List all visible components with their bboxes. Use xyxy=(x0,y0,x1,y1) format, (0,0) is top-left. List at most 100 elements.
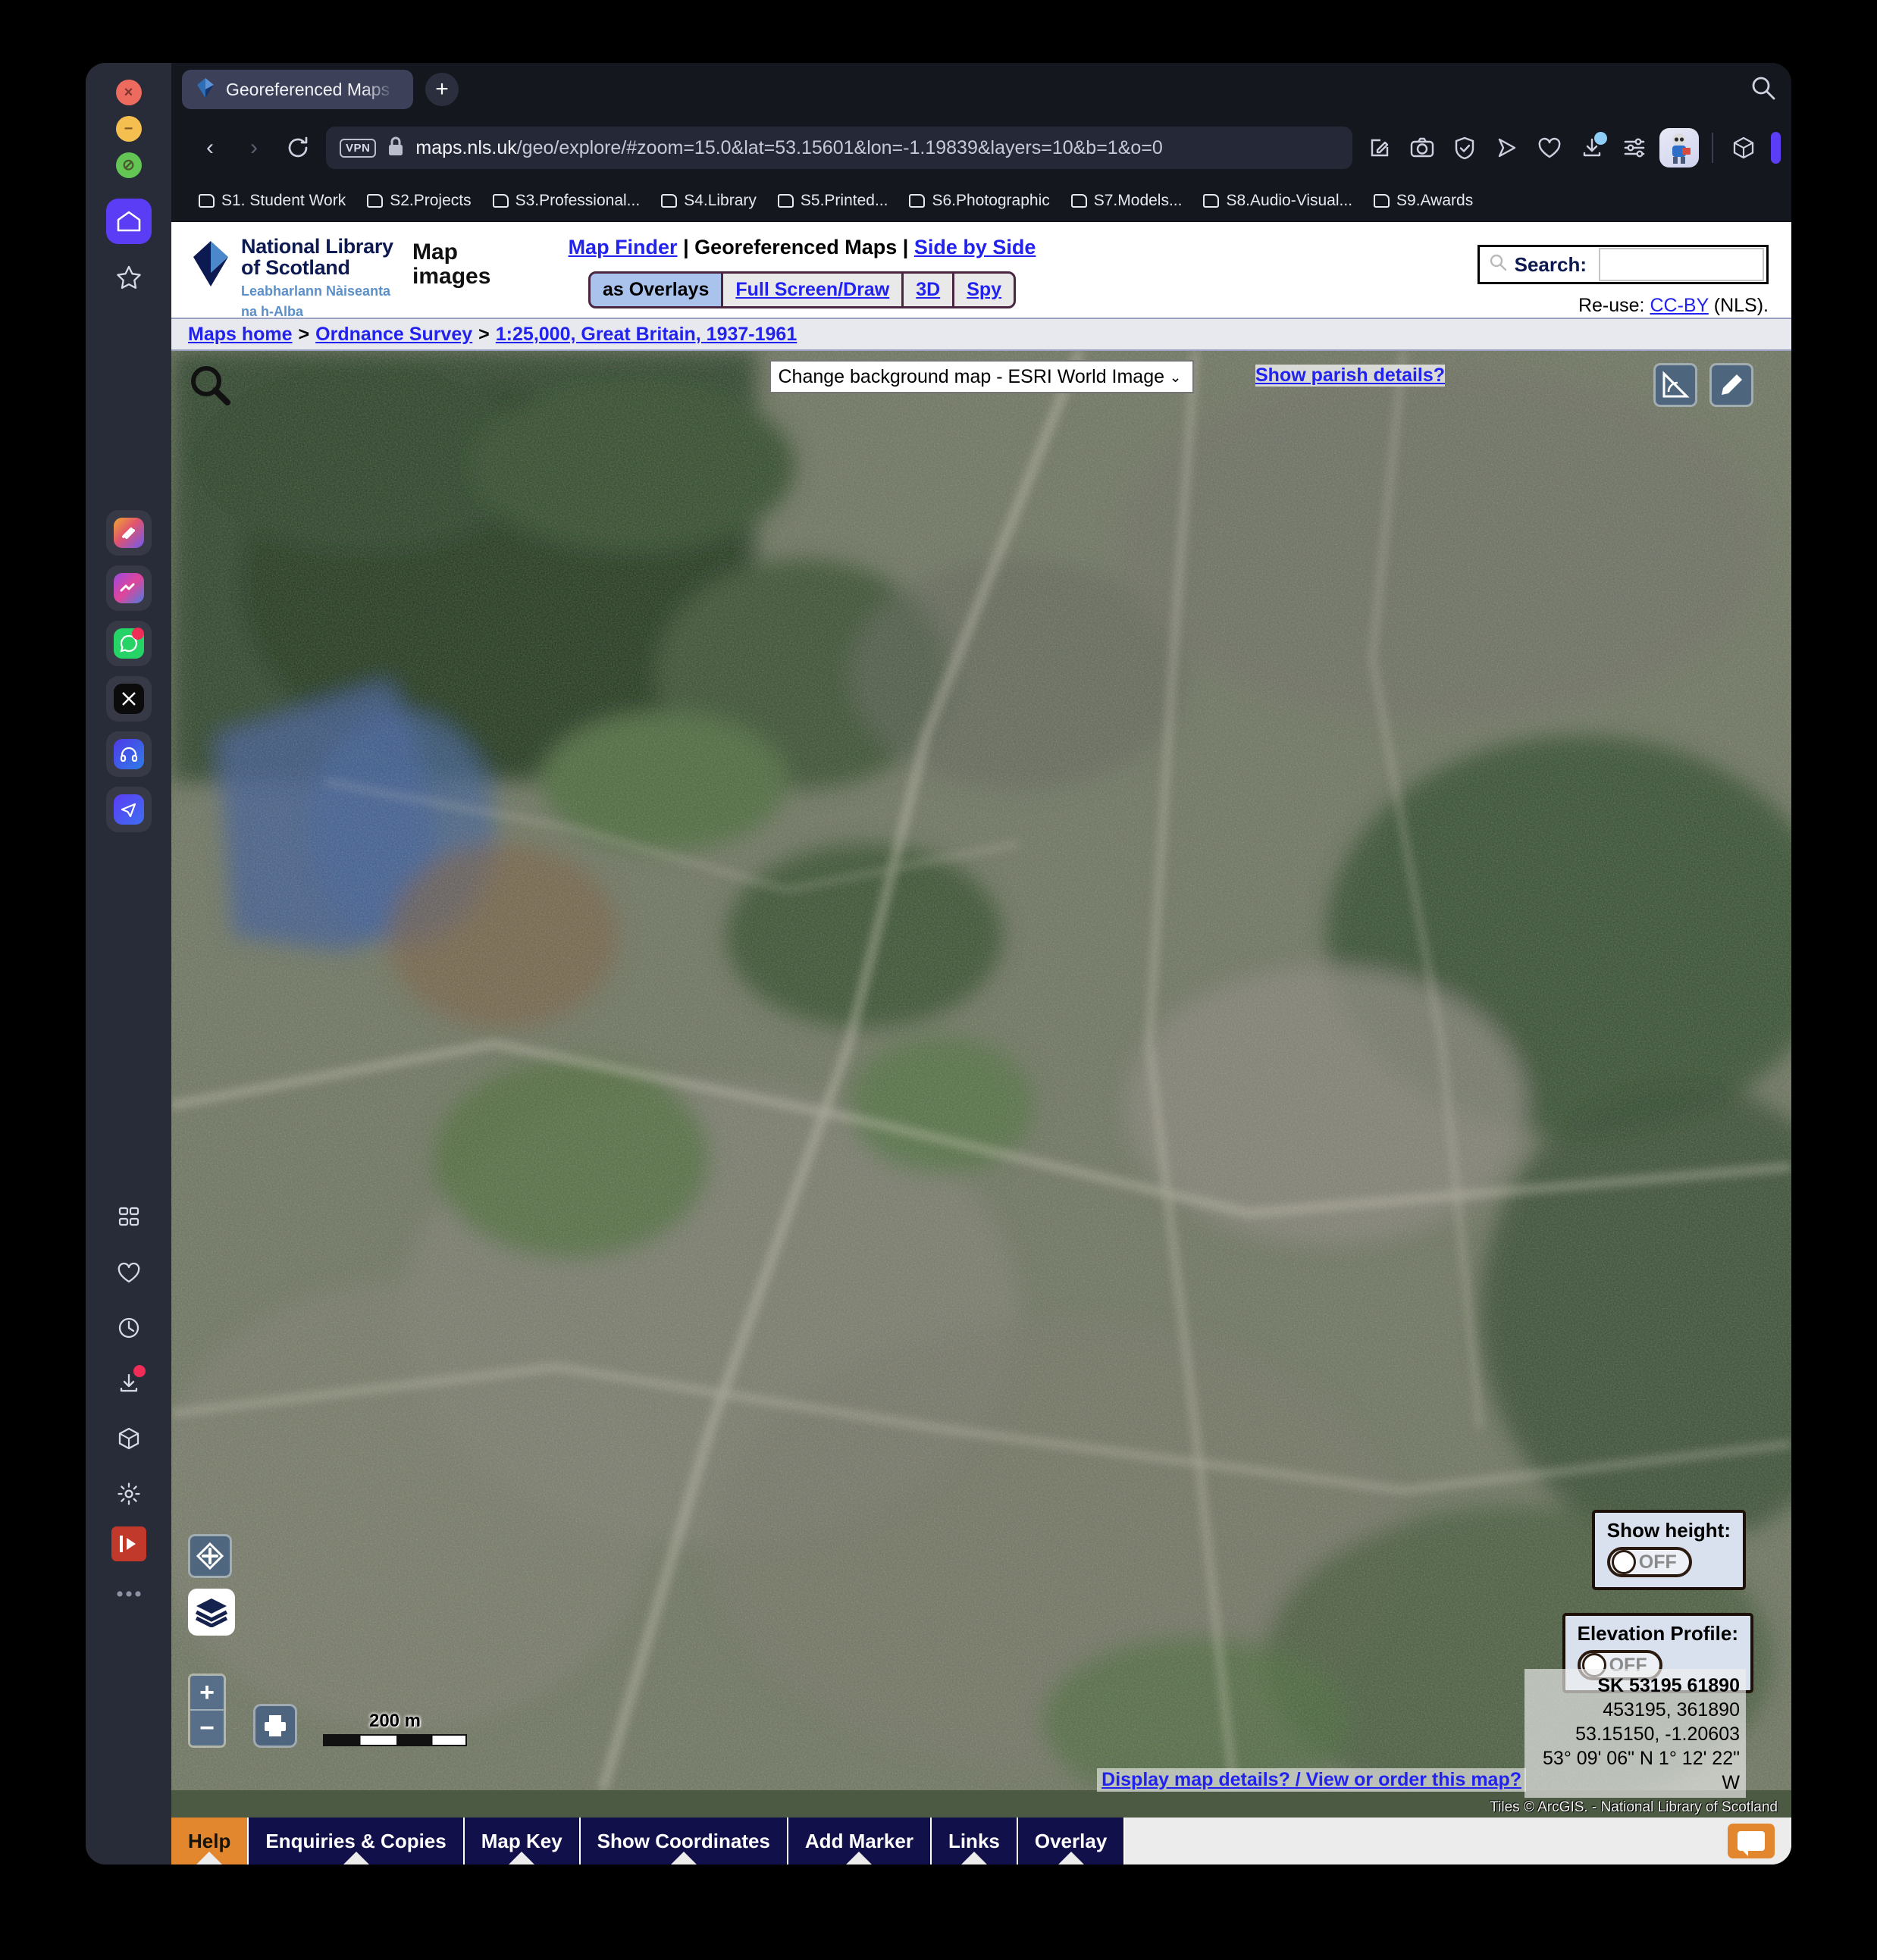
bookmark-s3[interactable]: S3.Professional... xyxy=(482,192,651,210)
back-button[interactable]: ‹ xyxy=(188,128,232,168)
window-close-button[interactable]: × xyxy=(115,80,142,105)
shield-icon[interactable] xyxy=(1443,128,1486,168)
bottom-button-links[interactable]: Links xyxy=(931,1818,1018,1865)
window-minimize-button[interactable]: − xyxy=(115,116,142,142)
zoom-out-button[interactable]: − xyxy=(190,1711,224,1746)
bookmark-s2[interactable]: S2.Projects xyxy=(356,192,481,210)
sidebar-history-clock-icon[interactable] xyxy=(106,1305,152,1351)
window-maximize-button[interactable]: ⊘ xyxy=(115,152,142,178)
layers-icon[interactable] xyxy=(188,1589,235,1636)
send-icon[interactable] xyxy=(1486,128,1528,168)
sidebar-x-twitter-icon[interactable] xyxy=(105,676,152,722)
bookmark-s8[interactable]: S8.Audio-Visual... xyxy=(1192,192,1363,210)
web-page: National Library of Scotland Leabharlann… xyxy=(171,222,1791,1865)
zoom-in-button[interactable]: + xyxy=(190,1676,224,1711)
logo-line-1: National Library xyxy=(241,235,393,258)
edit-page-icon[interactable] xyxy=(1358,128,1401,168)
nls-diamond-icon xyxy=(193,240,229,291)
browser-tab[interactable]: Georeferenced Maps – M xyxy=(182,70,413,109)
bottom-button-map-key[interactable]: Map Key xyxy=(464,1818,581,1865)
reuse-prefix: Re-use: xyxy=(1578,295,1645,316)
chat-bubble-icon[interactable] xyxy=(1728,1824,1775,1858)
printer-icon[interactable] xyxy=(253,1704,297,1748)
sidebar-heart-icon[interactable] xyxy=(106,1250,152,1295)
display-map-details-link[interactable]: Display map details? / View or order thi… xyxy=(1101,1769,1521,1790)
camera-icon[interactable] xyxy=(1401,128,1443,168)
address-bar[interactable]: VPN maps.nls.uk/geo/explore/#zoom=15.0&l… xyxy=(326,127,1352,169)
logo-gaelic-2: na h-Alba xyxy=(241,304,304,320)
bookmark-s9[interactable]: S9.Awards xyxy=(1363,192,1484,210)
tab-as-overlays[interactable]: as Overlays xyxy=(588,271,724,308)
sidebar-home-icon[interactable] xyxy=(105,199,152,244)
link-side-by-side[interactable]: Side by Side xyxy=(914,236,1036,258)
link-map-finder[interactable]: Map Finder xyxy=(569,236,678,258)
easting-northing: 453195, 361890 xyxy=(1603,1699,1740,1720)
link-cc-by[interactable]: CC-BY xyxy=(1650,295,1708,316)
lat-lon: 53.15150, -1.20603 xyxy=(1575,1724,1740,1745)
recenter-icon[interactable] xyxy=(188,1534,232,1578)
search-label: Search: xyxy=(1514,252,1587,276)
sidebar-video-player-icon[interactable] xyxy=(111,1526,146,1561)
sidebar-more-dots-icon[interactable] xyxy=(106,1571,152,1617)
heart-icon[interactable] xyxy=(1528,128,1571,168)
sidebar-grid-apps-icon[interactable] xyxy=(106,1194,152,1240)
bottom-button-help[interactable]: Help xyxy=(171,1818,249,1865)
avatar[interactable] xyxy=(1656,128,1703,168)
background-map-select[interactable]: Change background map - ESRI World Image xyxy=(769,360,1194,393)
pencil-icon[interactable] xyxy=(1709,363,1753,407)
download-icon[interactable] xyxy=(1571,128,1613,168)
sidebar-gear-icon[interactable] xyxy=(106,1471,152,1517)
map-viewport[interactable]: Change background map - ESRI World Image… xyxy=(171,351,1791,1818)
sidebar-telegram-icon[interactable] xyxy=(105,787,152,832)
bottom-button-enquiries-copies[interactable]: Enquiries & Copies xyxy=(249,1818,465,1865)
show-height-toggle[interactable]: OFF xyxy=(1606,1547,1692,1577)
bookmark-s6[interactable]: S6.Photographic xyxy=(898,192,1060,210)
bookmark-label: S5.Printed... xyxy=(800,192,888,209)
download-status-badge xyxy=(1594,132,1607,145)
bottom-button-show-coordinates[interactable]: Show Coordinates xyxy=(580,1818,788,1865)
forward-button[interactable]: › xyxy=(232,128,276,168)
zoom-controls: + − xyxy=(188,1674,226,1748)
sidebar-cube-icon[interactable] xyxy=(106,1416,152,1461)
new-tab-button[interactable]: + xyxy=(425,73,459,106)
breadcrumb-maps-home[interactable]: Maps home xyxy=(188,324,293,346)
sidebar-headphones-icon[interactable] xyxy=(105,731,152,777)
reload-button[interactable] xyxy=(276,128,320,168)
reuse-suffix: (NLS). xyxy=(1713,295,1769,316)
bottom-button-add-marker[interactable]: Add Marker xyxy=(788,1818,932,1865)
notification-badge xyxy=(131,628,144,640)
logo-line-2: of Scotland xyxy=(241,256,350,280)
sidebar-messenger-icon[interactable] xyxy=(105,565,152,611)
tab-full-screen-draw[interactable]: Full Screen/Draw xyxy=(721,271,904,308)
bookmark-s4[interactable]: S4.Library xyxy=(650,192,767,210)
breadcrumb-sheet[interactable]: 1:25,000, Great Britain, 1937-1961 xyxy=(496,324,797,346)
search-icon xyxy=(1489,253,1507,277)
sidebar-whatsapp-icon[interactable] xyxy=(105,621,152,666)
nls-logo[interactable]: National Library of Scotland Leabharlann… xyxy=(193,236,405,321)
map-search-icon[interactable] xyxy=(188,363,232,407)
breadcrumb-ordnance-survey[interactable]: Ordnance Survey xyxy=(315,324,472,346)
site-search[interactable]: Search: xyxy=(1477,245,1769,284)
site-header: National Library of Scotland Leabharlann… xyxy=(171,222,1791,321)
bookmark-label: S8.Audio-Visual... xyxy=(1226,192,1353,209)
bottom-button-overlay[interactable]: Overlay xyxy=(1017,1818,1126,1865)
elevation-profile-title: Elevation Profile: xyxy=(1577,1622,1738,1645)
sidebar-download-icon[interactable] xyxy=(106,1360,152,1406)
sliders-icon[interactable] xyxy=(1613,128,1656,168)
tab-strip: Georeferenced Maps – M + xyxy=(171,63,1791,116)
sidebar-slack-icon[interactable] xyxy=(105,510,152,556)
show-parish-details-link[interactable]: Show parish details? xyxy=(1255,365,1445,386)
bookmarks-bar: S1. Student Work S2.Projects S3.Professi… xyxy=(171,180,1791,222)
bookmark-s1[interactable]: S1. Student Work xyxy=(188,192,356,210)
breadcrumb: Maps home > Ordnance Survey > 1:25,000, … xyxy=(171,318,1791,351)
measure-tool-icon[interactable] xyxy=(1653,363,1697,407)
sidebar-toggle-indicator[interactable] xyxy=(1771,132,1781,164)
bookmark-s5[interactable]: S5.Printed... xyxy=(767,192,899,210)
tab-spy[interactable]: Spy xyxy=(952,271,1017,308)
tab-search-icon[interactable] xyxy=(1750,75,1776,105)
cube-icon[interactable] xyxy=(1722,128,1765,168)
bookmark-s7[interactable]: S7.Models... xyxy=(1061,192,1193,210)
search-input[interactable] xyxy=(1599,248,1764,281)
sidebar-star-icon[interactable] xyxy=(106,254,152,299)
tab-3d[interactable]: 3D xyxy=(901,271,955,308)
